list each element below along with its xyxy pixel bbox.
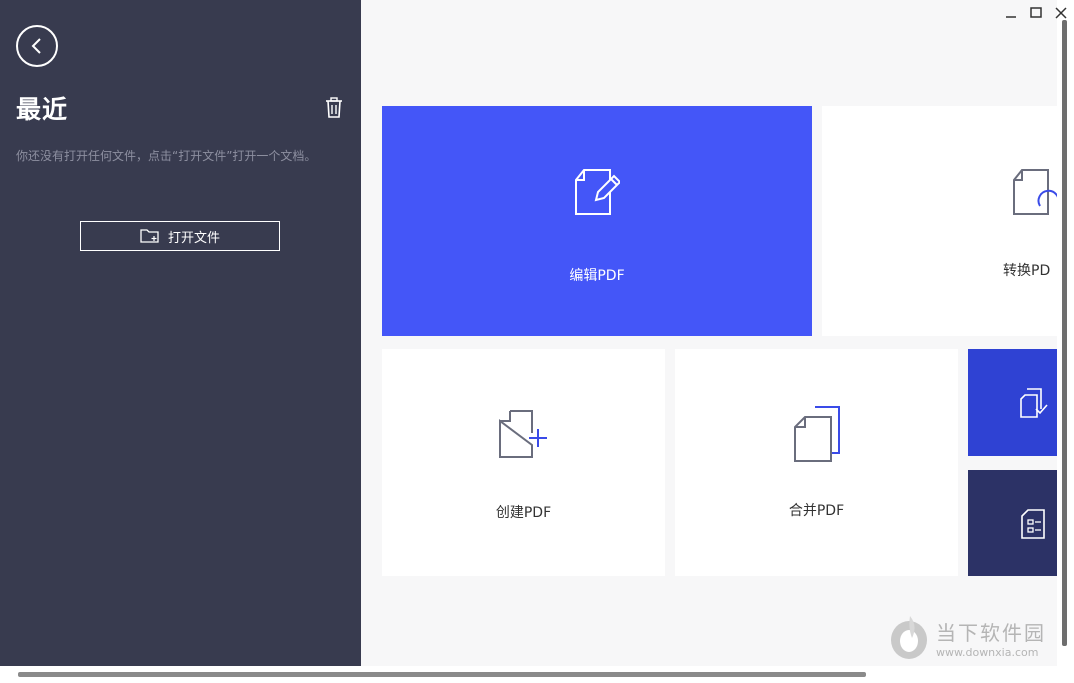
vertical-scrollbar[interactable] <box>1062 20 1067 646</box>
folder-add-icon <box>140 229 159 243</box>
watermark: 当下软件园 www.downxia.com <box>888 614 1046 662</box>
combine-pdf-label: 合并PDF <box>788 503 845 519</box>
horizontal-scrollbar[interactable] <box>18 672 866 677</box>
edit-pdf-label: 编辑PDF <box>569 268 625 284</box>
combine-pdf-tile[interactable]: 合并PDF <box>675 349 958 576</box>
create-pdf-tile[interactable]: 创建PDF <box>382 349 665 576</box>
combine-documents-icon <box>793 406 840 462</box>
chevron-left-icon <box>31 38 41 54</box>
window-controls <box>1003 5 1069 21</box>
minimize-button[interactable] <box>1003 5 1019 21</box>
trash-icon[interactable] <box>324 97 344 119</box>
close-icon <box>1055 7 1067 19</box>
empty-recent-message: 你还没有打开任何文件，点击“打开文件”打开一个文档。 <box>16 149 317 163</box>
watermark-logo <box>891 616 927 659</box>
sidebar-title: 最近 <box>16 95 69 124</box>
form-document-icon <box>1021 509 1045 539</box>
app-window: 最近 你还没有打开任何文件，点击“打开文件”打开一个文档。 打开文件 编辑PDF… <box>0 0 1074 683</box>
watermark-url: www.downxia.com <box>936 646 1039 659</box>
maximize-icon <box>1030 7 1042 18</box>
recent-sidebar: 最近 你还没有打开任何文件，点击“打开文件”打开一个文档。 打开文件 <box>0 0 361 666</box>
convert-document-icon <box>1013 169 1058 215</box>
watermark-title: 当下软件园 <box>936 621 1046 645</box>
convert-pdf-label: 转换PD <box>1003 263 1051 279</box>
batch-documents-icon <box>1020 388 1048 418</box>
minimize-icon <box>1006 16 1016 18</box>
edit-document-icon <box>575 169 620 215</box>
edit-pdf-tile[interactable]: 编辑PDF <box>382 106 812 336</box>
create-document-icon <box>498 410 547 458</box>
close-button[interactable] <box>1053 5 1069 21</box>
open-file-button[interactable]: 打开文件 <box>80 221 280 251</box>
convert-pdf-tile[interactable]: 转换PD <box>822 106 1074 336</box>
open-file-label: 打开文件 <box>167 230 220 246</box>
create-pdf-label: 创建PDF <box>495 505 552 521</box>
maximize-button[interactable] <box>1028 5 1044 21</box>
back-button[interactable] <box>16 25 58 67</box>
